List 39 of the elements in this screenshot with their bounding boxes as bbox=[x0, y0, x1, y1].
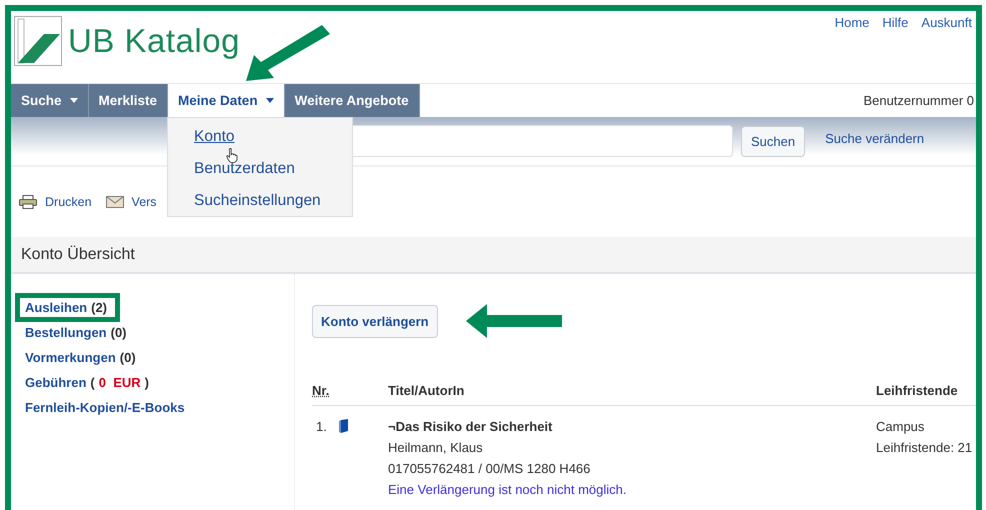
menu-item[interactable]: Sucheinstellungen bbox=[194, 192, 321, 210]
arrow-icon bbox=[466, 304, 562, 338]
due-date: Leihfristende: 21 bbox=[876, 440, 974, 455]
printer-icon bbox=[19, 195, 37, 209]
item-title: ¬Das Risiko der Sicherheit bbox=[388, 419, 554, 434]
column-header: Leihfristende bbox=[876, 382, 959, 398]
sidebar-link[interactable]: Bestellungen (0) bbox=[25, 325, 127, 340]
column-header: Titel/AutorIn bbox=[388, 382, 466, 398]
hand-cursor-icon bbox=[226, 148, 238, 163]
sidebar-link[interactable]: Ausleihen (2) bbox=[25, 300, 108, 315]
modify-search-link[interactable]: Suche verändern bbox=[825, 130, 924, 146]
header-link[interactable]: Auskunft bbox=[921, 15, 972, 83]
envelope-icon bbox=[106, 196, 124, 208]
renew-account-button[interactable]: Konto verlängern bbox=[312, 304, 438, 338]
menu-item[interactable]: Konto bbox=[194, 128, 235, 146]
menu-item[interactable]: Benutzerdaten bbox=[194, 160, 295, 178]
arrow-icon bbox=[246, 25, 330, 81]
row-number: 1. bbox=[316, 419, 327, 434]
book-icon bbox=[338, 419, 348, 433]
toolbar-link[interactable]: Drucken bbox=[19, 195, 92, 209]
search-button[interactable]: Suchen bbox=[741, 126, 806, 156]
item-author: Heilmann, Klaus bbox=[388, 440, 484, 455]
sidebar-link[interactable]: Vormerkungen (0) bbox=[25, 350, 136, 365]
logo-text: UB Katalog bbox=[68, 22, 240, 60]
renewal-note: Eine Verlängerung ist noch nicht möglich. bbox=[388, 482, 628, 497]
header-link[interactable]: Home bbox=[834, 15, 870, 83]
nav-tab[interactable]: Suche bbox=[11, 84, 89, 117]
header-link[interactable]: Hilfe bbox=[882, 15, 908, 83]
section-title: Konto Übersicht bbox=[21, 246, 135, 264]
nav-tab[interactable]: Weitere Angebote bbox=[284, 84, 420, 117]
item-location: Campus bbox=[876, 419, 926, 434]
column-header: Nr. bbox=[312, 382, 330, 398]
sidebar-link[interactable]: Fernleih-Kopien/-E-Books bbox=[25, 400, 185, 415]
sidebar-link[interactable]: Gebühren ( 0 EUR ) bbox=[25, 375, 149, 390]
user-number: Benutzernummer 0 bbox=[863, 93, 975, 108]
item-signature: 017055762481 / 00/MS 1280 H466 bbox=[388, 461, 592, 476]
logo-icon bbox=[14, 16, 62, 66]
toolbar-link[interactable]: Vers bbox=[106, 195, 157, 209]
nav-tab[interactable]: Merkliste bbox=[88, 84, 168, 117]
